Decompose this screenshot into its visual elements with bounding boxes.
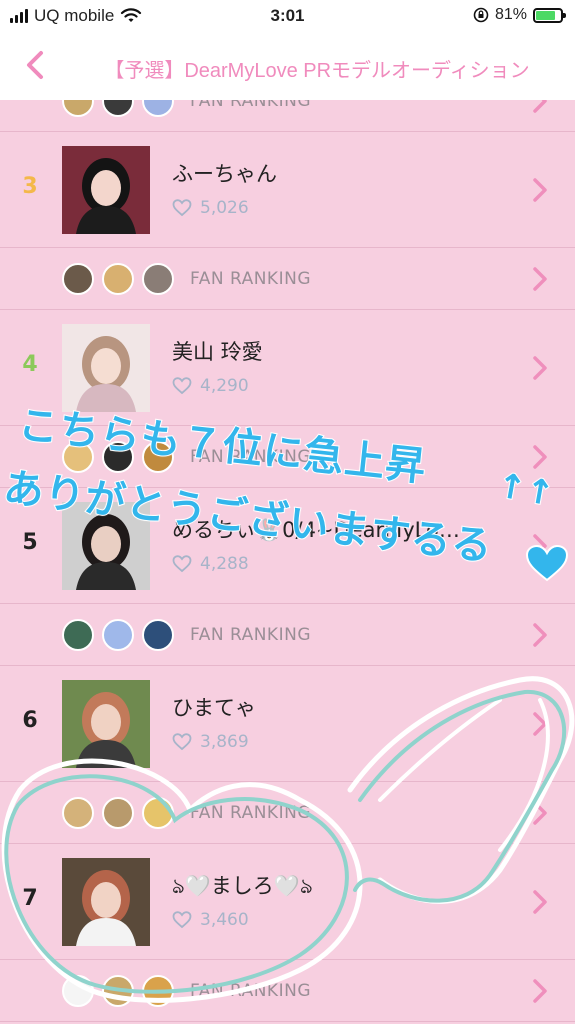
contestant-name: ঌ🤍ましろ🤍ঌ [172,874,313,898]
chevron-right-icon [533,979,547,1003]
like-count-value: 4,288 [200,554,249,574]
fan-ranking-label: FAN RANKING [190,269,311,289]
contestant-name: ひまてゃ [172,696,256,720]
fan-ranking-label: FAN RANKING [190,625,311,645]
heart-outline-icon [172,733,192,751]
status-bar: UQ mobile 3:01 81% [0,0,575,34]
like-count: 5,026 [172,198,249,218]
fan-ranking-row[interactable]: FAN RANKING [0,604,575,666]
chevron-left-icon [27,51,43,79]
chevron-right-icon [533,801,547,825]
fan-ranking-label: FAN RANKING [190,447,311,467]
chevron-right-icon [533,712,547,736]
like-count-value: 3,460 [200,910,249,930]
chevron-right-icon [533,356,547,380]
like-count-value: 5,026 [200,198,249,218]
heart-outline-icon [172,911,192,929]
navigation-bar: 【予選】DearMyLove PRモデルオーディション [0,34,575,100]
contestant-photo [62,680,150,768]
app-screen: UQ mobile 3:01 81% 【予選】DearMyLove PRモデルオ… [0,0,575,1024]
fan-avatar [102,441,134,473]
battery-icon [533,7,566,23]
fan-ranking-row[interactable]: FAN RANKING [0,248,575,310]
fan-ranking-label: FAN RANKING [190,803,311,823]
page-title: 【予選】DearMyLove PRモデルオーディション [104,60,530,82]
contestant-photo [62,324,150,412]
fan-avatar-group [62,441,174,473]
fan-avatar [142,619,174,651]
chevron-right-icon [533,267,547,291]
fan-ranking-row[interactable]: FAN RANKING [0,426,575,488]
ranking-entry-row[interactable]: 5 めるちぃ🐰0/4~DearMyLo… 4,288 [0,488,575,604]
contestant-photo [62,858,150,946]
contestant-photo [62,502,150,590]
fan-ranking-row[interactable]: FAN RANKING [0,960,575,1022]
fan-avatar [142,975,174,1007]
heart-outline-icon [172,555,192,573]
fan-avatar [62,975,94,1007]
contestant-name: 美山 玲愛 [172,340,263,364]
fan-avatar [62,263,94,295]
fan-avatar-group [62,975,174,1007]
rank-number: 6 [22,708,38,733]
orientation-lock-icon [473,7,489,23]
back-button[interactable] [18,48,52,82]
fan-ranking-row[interactable]: FAN RANKING [0,782,575,844]
like-count-value: 3,869 [200,732,249,752]
ranking-entry-row[interactable]: 4 美山 玲愛 4,290 [0,310,575,426]
fan-avatar-group [62,263,174,295]
fan-avatar-group [62,797,174,829]
battery-percent: 81% [494,6,527,23]
ranking-entry-row[interactable]: 7 ঌ🤍ましろ🤍ঌ 3,460 [0,844,575,960]
like-count: 3,869 [172,732,249,752]
fan-ranking-label: FAN RANKING [190,981,311,1001]
fan-avatar-group [62,619,174,651]
like-count: 4,290 [172,376,249,396]
fan-avatar [62,619,94,651]
chevron-right-icon [533,178,547,202]
heart-outline-icon [172,377,192,395]
contestant-name: めるちぃ🐰0/4~DearMyLo… [172,518,460,542]
heart-outline-icon [172,199,192,217]
ranking-entry-row[interactable]: 3 ふーちゃん 5,026 [0,132,575,248]
contestant-name: ふーちゃん [172,162,277,186]
like-count: 4,288 [172,554,249,574]
fan-avatar [102,797,134,829]
like-count-value: 4,290 [200,376,249,396]
chevron-right-icon [533,623,547,647]
chevron-right-icon [533,445,547,469]
fan-avatar [142,441,174,473]
rank-number: 3 [22,174,38,199]
rank-number: 5 [22,530,38,555]
fan-avatar [102,263,134,295]
chevron-right-icon [533,890,547,914]
fan-avatar [62,441,94,473]
rank-number: 7 [22,886,38,911]
ranking-entry-row[interactable]: 6 ひまてゃ 3,869 [0,666,575,782]
fan-avatar [142,797,174,829]
rank-number: 4 [22,352,38,377]
contestant-photo [62,146,150,234]
fan-avatar [102,619,134,651]
fan-avatar [142,263,174,295]
chevron-right-icon [533,534,547,558]
fan-avatar [102,975,134,1007]
fan-avatar [62,797,94,829]
like-count: 3,460 [172,910,249,930]
